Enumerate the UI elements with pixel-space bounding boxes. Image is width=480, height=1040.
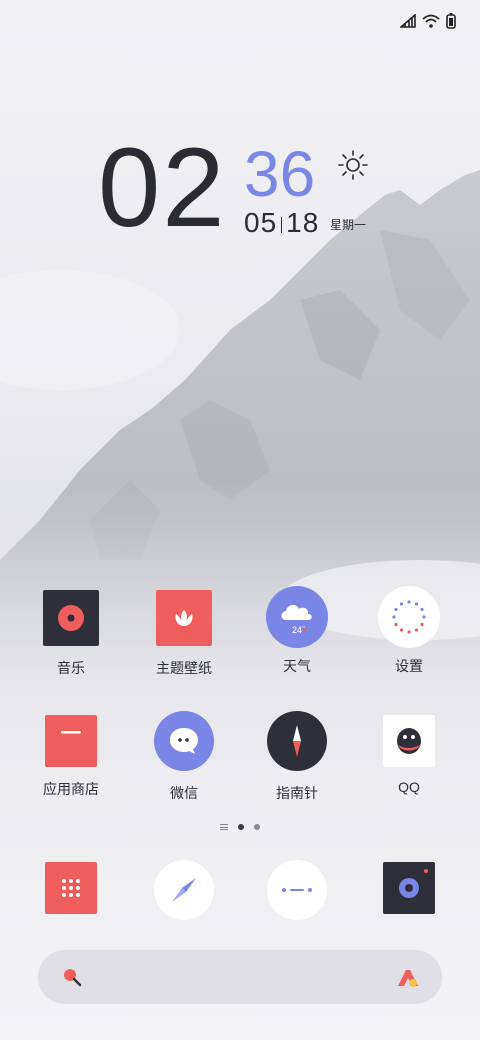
app-label: QQ [398, 779, 420, 795]
app-label: 主题壁纸 [156, 660, 212, 676]
store-icon [45, 715, 97, 767]
app-theme-wallpaper[interactable]: 主题壁纸 [136, 590, 232, 678]
dock-browser[interactable] [136, 860, 232, 920]
app-qq[interactable]: QQ [361, 715, 457, 795]
search-icon[interactable] [60, 965, 84, 994]
clock-weekday: 星期一 [330, 218, 367, 232]
clock-hour: 02 [98, 125, 227, 250]
app-music[interactable]: 音乐 [23, 590, 119, 678]
chat-bubble-icon [154, 711, 214, 771]
clock-month: 05 [244, 207, 278, 238]
messages-icon [267, 860, 327, 920]
app-settings[interactable]: 设置 [361, 586, 457, 676]
app-label: 应用商店 [43, 781, 99, 797]
camera-icon [383, 862, 435, 914]
dock [0, 860, 480, 922]
menu-lines-icon [220, 824, 228, 830]
cloud-icon: 24° [266, 586, 328, 648]
app-label: 微信 [170, 785, 198, 801]
lotus-icon [156, 590, 212, 646]
page-dot-active[interactable] [238, 824, 244, 830]
app-label: 指南针 [276, 785, 318, 801]
app-label: 天气 [283, 658, 311, 674]
assistant-icon[interactable] [396, 965, 420, 994]
app-weather[interactable]: 24° 天气 [249, 586, 345, 676]
clock-date: 05 18 [244, 207, 319, 239]
dock-messages[interactable] [249, 860, 345, 920]
compass-needle-icon [267, 711, 327, 771]
app-wechat[interactable]: 微信 [136, 711, 232, 803]
date-separator [281, 216, 283, 233]
dock-camera[interactable] [361, 862, 457, 914]
app-store[interactable]: 应用商店 [23, 715, 119, 799]
clock-day: 18 [286, 207, 320, 238]
music-disc-icon [43, 590, 99, 646]
sun-icon [338, 150, 368, 185]
dialpad-icon [45, 862, 97, 914]
page-indicator[interactable] [0, 824, 480, 830]
gear-icon [378, 586, 440, 648]
dock-phone[interactable] [23, 862, 119, 914]
app-label: 设置 [395, 658, 423, 674]
compass-icon [154, 860, 214, 920]
search-bar[interactable] [38, 950, 442, 1004]
page-dot[interactable] [254, 824, 260, 830]
clock-minute: 36 [244, 138, 316, 210]
app-label: 音乐 [57, 660, 85, 676]
clock-widget[interactable]: 02 36 05 18 星期一 [0, 0, 480, 260]
app-compass[interactable]: 指南针 [249, 711, 345, 803]
penguin-icon [383, 715, 435, 767]
